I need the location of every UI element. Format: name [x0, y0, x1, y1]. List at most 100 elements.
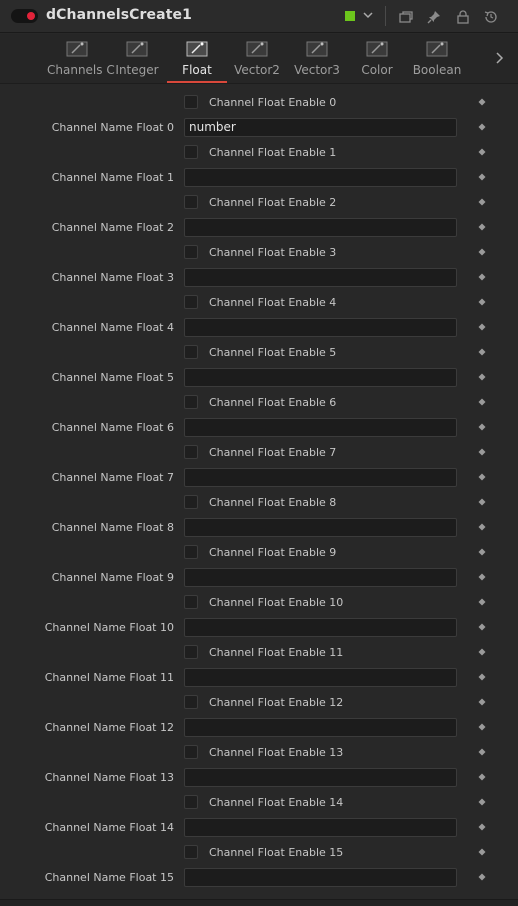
channel-float-enable-checkbox[interactable]: [184, 645, 198, 659]
keyframe-diamond-icon[interactable]: [478, 448, 486, 456]
channel-name-float-input[interactable]: [184, 568, 457, 587]
keyframe-diamond-icon[interactable]: [478, 323, 486, 331]
keyframe-diamond-icon[interactable]: [478, 98, 486, 106]
channel-name-float-input[interactable]: [184, 868, 457, 887]
channel-float-enable-label[interactable]: Channel Float Enable 11: [209, 646, 343, 659]
channel-name-float-input[interactable]: [184, 418, 457, 437]
keyframe-diamond-icon[interactable]: [478, 773, 486, 781]
keyframe-diamond-icon[interactable]: [478, 623, 486, 631]
channel-float-enable-checkbox[interactable]: [184, 145, 198, 159]
keyframe-diamond-icon[interactable]: [478, 273, 486, 281]
chevron-right-icon[interactable]: [493, 51, 505, 65]
keyframe-diamond-icon[interactable]: [478, 698, 486, 706]
channel-float-enable-checkbox[interactable]: [184, 395, 198, 409]
channel-name-float-input[interactable]: number: [184, 118, 457, 137]
channel-float-enable-label[interactable]: Channel Float Enable 0: [209, 96, 336, 109]
channel-float-enable-checkbox[interactable]: [184, 845, 198, 859]
keyframe-diamond-icon[interactable]: [478, 223, 486, 231]
channel-float-enable-checkbox[interactable]: [184, 345, 198, 359]
tab-channels-c[interactable]: Channels C: [47, 34, 115, 84]
keyframe-diamond-icon[interactable]: [478, 423, 486, 431]
channel-float-enable-checkbox[interactable]: [184, 445, 198, 459]
channel-name-float-input[interactable]: [184, 768, 457, 787]
channel-float-enable-label[interactable]: Channel Float Enable 4: [209, 296, 336, 309]
keyframe-diamond-icon[interactable]: [478, 798, 486, 806]
channel-name-float-row: Channel Name Float 5: [0, 365, 518, 390]
pin-icon[interactable]: [426, 9, 442, 25]
keyframe-diamond-icon[interactable]: [478, 573, 486, 581]
keyframe-diamond-icon[interactable]: [478, 298, 486, 306]
tab-vector2[interactable]: Vector2: [227, 34, 287, 84]
channel-float-enable-label[interactable]: Channel Float Enable 6: [209, 396, 336, 409]
channel-float-enable-label[interactable]: Channel Float Enable 3: [209, 246, 336, 259]
channel-name-float-input[interactable]: [184, 668, 457, 687]
channel-float-enable-label[interactable]: Channel Float Enable 12: [209, 696, 343, 709]
channel-float-enable-label[interactable]: Channel Float Enable 5: [209, 346, 336, 359]
keyframe-diamond-icon[interactable]: [478, 173, 486, 181]
channel-name-float-input[interactable]: [184, 618, 457, 637]
keyframe-diamond-icon[interactable]: [478, 723, 486, 731]
keyframe-diamond-icon[interactable]: [478, 548, 486, 556]
channel-name-float-input[interactable]: [184, 268, 457, 287]
channel-float-enable-checkbox[interactable]: [184, 745, 198, 759]
channel-float-enable-checkbox[interactable]: [184, 245, 198, 259]
versions-icon[interactable]: [398, 9, 414, 25]
tab-boolean[interactable]: Boolean: [407, 34, 467, 84]
channel-float-enable-label[interactable]: Channel Float Enable 9: [209, 546, 336, 559]
tab-label: Vector3: [294, 63, 340, 77]
keyframe-diamond-icon[interactable]: [478, 248, 486, 256]
channel-float-enable-checkbox[interactable]: [184, 695, 198, 709]
tool-tab-icon: [306, 41, 328, 57]
channel-name-float-input[interactable]: [184, 368, 457, 387]
keyframe-diamond-icon[interactable]: [478, 123, 486, 131]
channel-name-float-input[interactable]: [184, 468, 457, 487]
tab-vector3[interactable]: Vector3: [287, 34, 347, 84]
keyframe-diamond-icon[interactable]: [478, 148, 486, 156]
reset-icon[interactable]: [483, 9, 499, 25]
keyframe-diamond-icon[interactable]: [478, 473, 486, 481]
channel-float-enable-label[interactable]: Channel Float Enable 10: [209, 596, 343, 609]
channel-float-enable-label[interactable]: Channel Float Enable 2: [209, 196, 336, 209]
channel-float-enable-checkbox[interactable]: [184, 95, 198, 109]
tab-color[interactable]: Color: [347, 34, 407, 84]
channel-float-enable-label[interactable]: Channel Float Enable 1: [209, 146, 336, 159]
keyframe-diamond-icon[interactable]: [478, 673, 486, 681]
keyframe-diamond-icon[interactable]: [478, 848, 486, 856]
keyframe-diamond-icon[interactable]: [478, 748, 486, 756]
keyframe-diamond-icon[interactable]: [478, 398, 486, 406]
tab-integer[interactable]: Integer: [107, 34, 167, 84]
keyframe-diamond-icon[interactable]: [478, 348, 486, 356]
channel-float-enable-label[interactable]: Channel Float Enable 14: [209, 796, 343, 809]
enable-toggle-icon[interactable]: [11, 9, 38, 23]
channel-name-float-input[interactable]: [184, 168, 457, 187]
channel-name-float-input[interactable]: [184, 318, 457, 337]
channel-float-enable-checkbox[interactable]: [184, 545, 198, 559]
keyframe-diamond-icon[interactable]: [478, 198, 486, 206]
keyframe-diamond-icon[interactable]: [478, 873, 486, 881]
channel-float-enable-checkbox[interactable]: [184, 595, 198, 609]
chevron-down-icon[interactable]: [362, 9, 374, 21]
channel-float-enable-label[interactable]: Channel Float Enable 7: [209, 446, 336, 459]
channel-name-float-input[interactable]: [184, 718, 457, 737]
keyframe-diamond-icon[interactable]: [478, 648, 486, 656]
channel-name-float-row: Channel Name Float 13: [0, 765, 518, 790]
channel-float-enable-checkbox[interactable]: [184, 195, 198, 209]
channel-float-enable-label[interactable]: Channel Float Enable 13: [209, 746, 343, 759]
keyframe-diamond-icon[interactable]: [478, 523, 486, 531]
channel-float-enable-checkbox[interactable]: [184, 295, 198, 309]
keyframe-diamond-icon[interactable]: [478, 823, 486, 831]
tab-float[interactable]: Float: [167, 34, 227, 84]
keyframe-diamond-icon[interactable]: [478, 373, 486, 381]
tool-title[interactable]: dChannelsCreate1: [46, 7, 192, 23]
channel-name-float-input[interactable]: [184, 818, 457, 837]
channel-float-enable-label[interactable]: Channel Float Enable 8: [209, 496, 336, 509]
lock-icon[interactable]: [455, 9, 471, 25]
keyframe-diamond-icon[interactable]: [478, 598, 486, 606]
channel-float-enable-label[interactable]: Channel Float Enable 15: [209, 846, 343, 859]
channel-float-enable-checkbox[interactable]: [184, 495, 198, 509]
keyframe-diamond-icon[interactable]: [478, 498, 486, 506]
channel-name-float-input[interactable]: [184, 218, 457, 237]
channel-name-float-input[interactable]: [184, 518, 457, 537]
tool-color-swatch[interactable]: [345, 11, 355, 21]
channel-float-enable-checkbox[interactable]: [184, 795, 198, 809]
